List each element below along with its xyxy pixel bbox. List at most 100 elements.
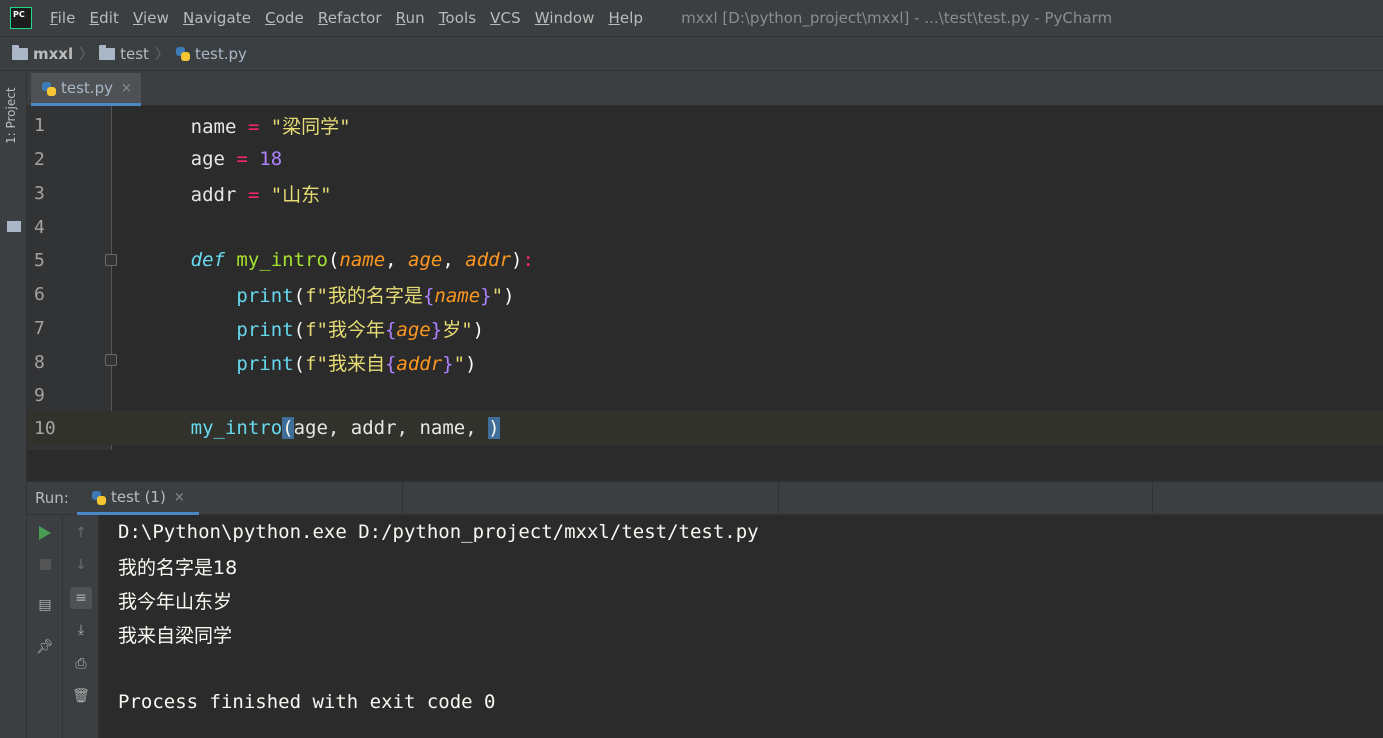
chevron-right-icon: 〉: [154, 46, 169, 63]
run-toolbar: Run: test (1) ×: [27, 481, 1383, 515]
paren: ): [503, 284, 515, 307]
breadcrumb: mxxl 〉 test 〉 test.py: [0, 36, 1383, 71]
main-menu: File Edit View Navigate Code Refactor Ru…: [44, 9, 651, 27]
console-line: Process finished with exit code 0: [118, 691, 496, 713]
fstring-text: ": [453, 352, 466, 375]
breadcrumb-file-label: test.py: [194, 44, 247, 63]
string-literal: "梁同学": [270, 115, 351, 138]
builtin-call: print: [236, 352, 294, 375]
fold-icon[interactable]: [105, 354, 117, 366]
breadcrumb-project[interactable]: mxxl 〉: [12, 44, 99, 64]
pin-button[interactable]: 📌︎: [34, 636, 56, 658]
menu-code[interactable]: Code: [259, 9, 312, 27]
console-line: 我来自梁同学: [118, 624, 233, 647]
paren: ): [465, 352, 477, 375]
menu-help[interactable]: Help: [603, 9, 652, 27]
run-tools-right: ↑ ↓ ≡ ⤓ ⎙ 🗑︎: [63, 515, 99, 738]
divider: [402, 482, 403, 515]
line-number: 4: [34, 216, 45, 238]
breadcrumb-project-label: mxxl: [33, 44, 74, 63]
menu-bar: PC File Edit View Navigate Code Refactor…: [0, 0, 1383, 36]
scroll-down-button[interactable]: ↓: [70, 554, 92, 576]
breadcrumb-folder-label: test: [120, 44, 149, 63]
divider: [1152, 482, 1153, 515]
code-editor[interactable]: 1 name = "梁同学" 2 age = 18 3 addr = "山东" …: [27, 106, 1383, 450]
run-tab-label: test (1): [111, 488, 166, 506]
run-panel: ▤ 📌︎ ↑ ↓ ≡ ⤓ ⎙ 🗑︎ D:\Python\python.exe D…: [27, 515, 1383, 738]
matched-paren: ): [488, 417, 500, 439]
matched-paren: (: [282, 417, 294, 439]
window-title: mxxl [D:\python_project\mxxl] - ...\test…: [681, 9, 1113, 27]
arrow-up-icon: ↑: [75, 525, 87, 541]
menu-vcs[interactable]: VCS: [484, 9, 529, 27]
call-arguments: age, addr, name,: [293, 417, 489, 439]
chevron-right-icon: 〉: [79, 46, 94, 63]
breadcrumb-folder[interactable]: test 〉: [99, 44, 175, 64]
menu-file[interactable]: File: [44, 9, 84, 27]
line-number: 3: [34, 182, 45, 204]
console-line: 我的名字是18: [118, 556, 238, 579]
python-file-icon: [41, 81, 56, 96]
line-number: 1: [34, 114, 45, 136]
line-number: 10: [34, 417, 56, 439]
clear-button[interactable]: 🗑︎: [70, 685, 92, 707]
pycharm-logo-text: PC: [13, 10, 25, 19]
play-icon: [39, 526, 51, 540]
variable: addr: [190, 183, 237, 206]
line-number: 9: [34, 384, 45, 406]
python-run-icon: [91, 490, 106, 505]
divider: [778, 482, 779, 515]
menu-view[interactable]: View: [127, 9, 177, 27]
scroll-to-end-icon: ⤓: [77, 622, 85, 638]
menu-navigate[interactable]: Navigate: [177, 9, 259, 27]
layout-button[interactable]: ▤: [34, 594, 56, 616]
menu-tools[interactable]: Tools: [433, 9, 484, 27]
code-line-current[interactable]: 10 my_intro(age, addr, name, ): [27, 411, 1383, 445]
console-output[interactable]: D:\Python\python.exe D:/python_project/m…: [118, 515, 1378, 719]
function-call: my_intro: [190, 417, 283, 439]
rerun-button[interactable]: [34, 522, 56, 544]
operator: =: [236, 183, 271, 206]
code-line[interactable]: 3 addr = "山东": [27, 176, 1383, 210]
line-number: 6: [34, 283, 45, 305]
line-number: 7: [34, 317, 45, 339]
run-label: Run:: [35, 489, 69, 507]
stop-icon: [39, 558, 51, 570]
fstring-arg: addr: [396, 352, 443, 375]
menu-refactor[interactable]: Refactor: [312, 9, 390, 27]
run-tools-left: ▤ 📌︎: [27, 515, 63, 738]
fstring-text: ": [491, 284, 504, 307]
breadcrumb-file[interactable]: test.py: [175, 45, 247, 63]
menu-window[interactable]: Window: [529, 9, 603, 27]
pycharm-logo-icon: PC: [8, 5, 32, 29]
print-button[interactable]: ⎙: [70, 653, 92, 675]
left-tool-strip: 1: Project: [0, 71, 27, 738]
trash-icon: 🗑︎: [72, 688, 90, 704]
console-line: D:\Python\python.exe D:/python_project/m…: [118, 521, 759, 543]
scroll-to-end-button[interactable]: ⤓: [70, 619, 92, 641]
folder-icon: [12, 44, 28, 60]
folder-icon[interactable]: [7, 221, 21, 232]
scroll-up-button[interactable]: ↑: [70, 522, 92, 544]
soft-wrap-button[interactable]: ≡: [70, 587, 92, 609]
python-file-icon: [175, 46, 190, 61]
console-line: 我今年山东岁: [118, 590, 233, 613]
menu-edit[interactable]: Edit: [84, 9, 127, 27]
stop-button[interactable]: [34, 553, 56, 575]
folder-icon: [99, 44, 116, 60]
brace: }: [442, 352, 454, 375]
menu-run[interactable]: Run: [390, 9, 433, 27]
pin-icon: 📌︎: [36, 639, 54, 655]
soft-wrap-icon: ≡: [75, 590, 87, 606]
print-icon: ⎙: [75, 656, 87, 672]
fstring-text: f"我来自: [305, 352, 385, 375]
layout-icon: ▤: [38, 597, 52, 613]
colon: :: [522, 249, 534, 271]
run-tab-test[interactable]: test (1) ×: [77, 482, 199, 515]
code-line[interactable]: 8 print(f"我来自{addr}"): [27, 345, 1383, 379]
project-tool-button[interactable]: 1: Project: [4, 81, 22, 151]
brace: {: [384, 352, 397, 375]
close-icon[interactable]: ×: [174, 490, 185, 505]
line-number: 5: [34, 249, 45, 271]
